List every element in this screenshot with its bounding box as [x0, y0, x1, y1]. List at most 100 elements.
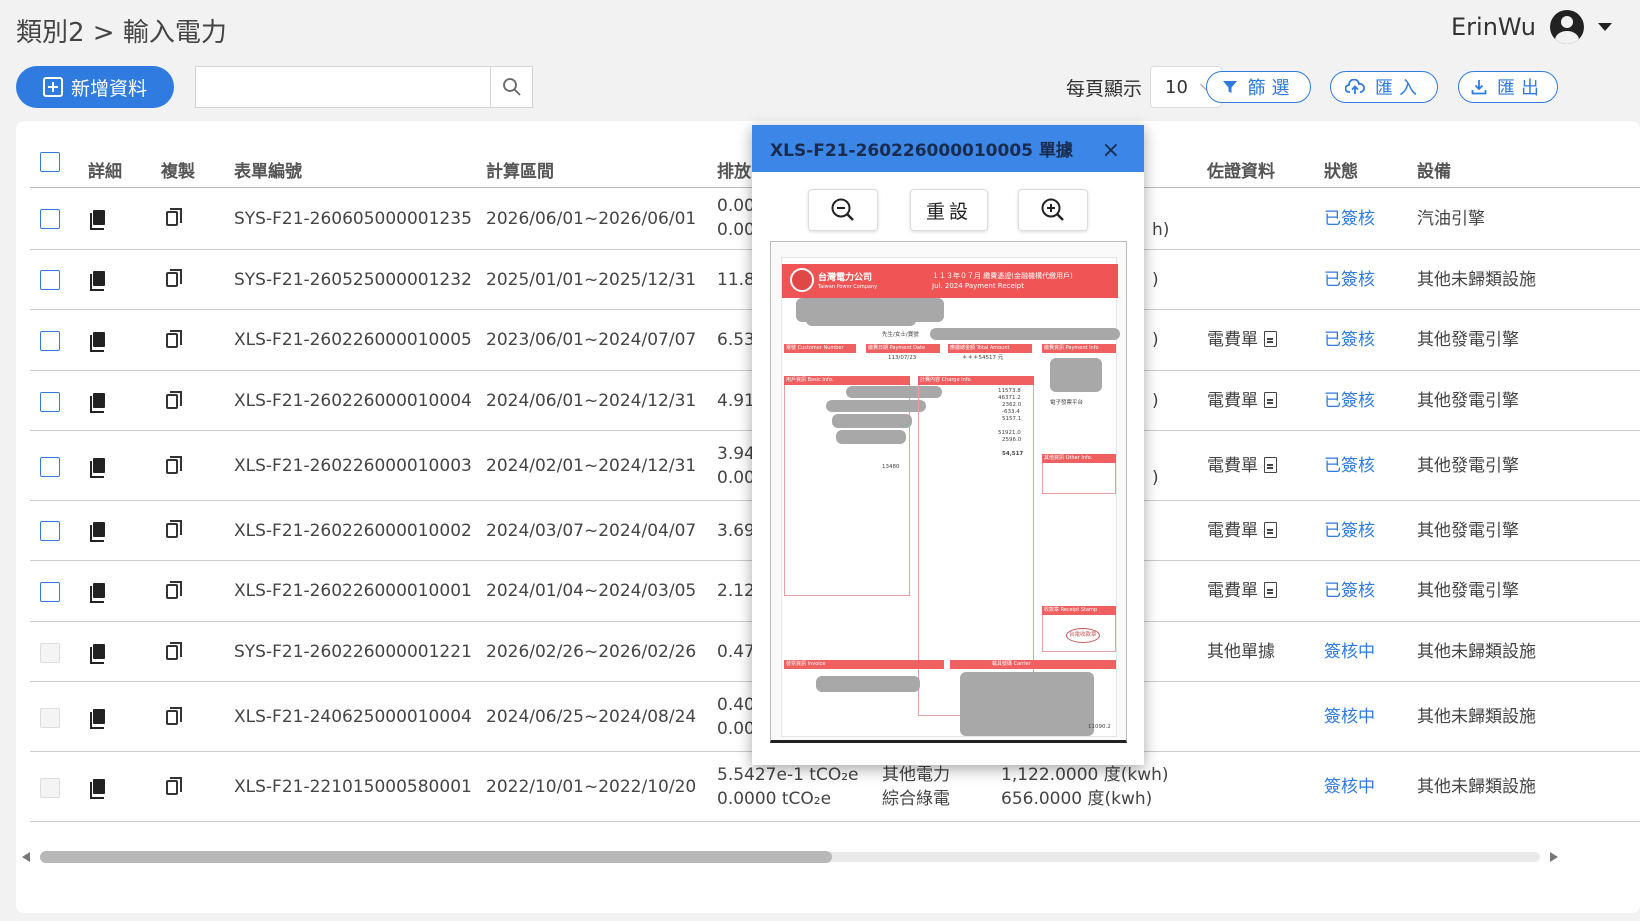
copy-icon[interactable]	[166, 269, 182, 287]
detail-icon[interactable]	[90, 522, 105, 542]
status-link[interactable]: 已簽核	[1324, 519, 1375, 543]
evidence-label: 電費單	[1207, 521, 1258, 541]
row-checkbox	[40, 708, 60, 728]
zoom-out-button[interactable]	[808, 189, 878, 231]
detail-icon[interactable]	[90, 458, 105, 478]
status-link[interactable]: 簽核中	[1324, 775, 1375, 799]
evidence-link[interactable]: 電費單	[1207, 579, 1277, 603]
evidence-link[interactable]: 電費單	[1207, 519, 1277, 543]
evidence-link[interactable]: 電費單	[1207, 328, 1277, 352]
emission-value: 3.69	[717, 521, 755, 541]
evidence-label: 電費單	[1207, 391, 1258, 411]
period: 2025/01/01~2025/12/31	[486, 270, 697, 290]
row-checkbox[interactable]	[40, 392, 60, 412]
pay-date: 113/07/23	[888, 355, 917, 361]
scroll-left-arrow-icon[interactable]	[22, 852, 30, 862]
col-detail: 詳細	[88, 162, 122, 182]
emission-value: 3.94	[717, 444, 755, 464]
period: 2024/06/01~2024/12/31	[486, 391, 697, 411]
receipt-footer-no: 11090.2	[1088, 724, 1111, 730]
equipment: 其他未歸類設施	[1417, 642, 1536, 662]
detail-icon[interactable]	[90, 779, 105, 799]
filter-button[interactable]: 篩選	[1206, 71, 1311, 103]
document-viewer[interactable]: 台灣電力公司 Taiwan Power Company １１３年０７月 繳費憑證…	[770, 241, 1127, 743]
status-link[interactable]: 簽核中	[1324, 705, 1375, 729]
carrier-label: 載具號碼 Carrier	[992, 661, 1031, 667]
copy-icon[interactable]	[166, 777, 182, 795]
status-link[interactable]: 已簽核	[1324, 579, 1375, 603]
filter-label: 篩選	[1247, 78, 1296, 99]
reset-button[interactable]: 重設	[910, 189, 988, 231]
row-checkbox[interactable]	[40, 331, 60, 351]
export-button[interactable]: 匯出	[1458, 71, 1558, 103]
search-button[interactable]	[490, 67, 532, 107]
row-checkbox[interactable]	[40, 209, 60, 229]
charge-value: -633.4	[1002, 409, 1020, 415]
detail-icon[interactable]	[90, 644, 105, 664]
caret-down-icon[interactable]	[1598, 23, 1612, 31]
evidence-label: 電費單	[1207, 330, 1258, 350]
copy-icon[interactable]	[166, 456, 182, 474]
amount-fragment: )	[1152, 391, 1159, 411]
emission-value: 4.91	[717, 391, 755, 411]
status-link[interactable]: 已簽核	[1324, 328, 1375, 352]
filter-icon	[1222, 81, 1237, 93]
row-checkbox[interactable]	[40, 270, 60, 290]
amount-fragment: )	[1152, 330, 1159, 350]
charge-value: 2362.0	[1002, 402, 1022, 408]
form-no: XLS-F21-260226000010003	[234, 456, 472, 476]
detail-icon[interactable]	[90, 271, 105, 291]
scroll-thumb[interactable]	[40, 851, 832, 863]
add-record-button[interactable]: 新增資料	[16, 66, 174, 108]
file-icon	[1264, 331, 1277, 347]
copy-icon[interactable]	[166, 208, 182, 226]
status-link[interactable]: 已簽核	[1324, 454, 1375, 478]
status-link[interactable]: 已簽核	[1324, 207, 1375, 231]
detail-icon[interactable]	[90, 210, 105, 230]
charge-info-label: 計費內容 Charge Info.	[920, 377, 973, 383]
copy-icon[interactable]	[166, 707, 182, 725]
search-input[interactable]	[196, 67, 490, 107]
copy-icon[interactable]	[166, 391, 182, 409]
equipment: 其他未歸類設施	[1417, 777, 1536, 797]
evidence-label: 電費單	[1207, 456, 1258, 476]
detail-icon[interactable]	[90, 583, 105, 603]
charge-value: 51921.0	[998, 430, 1021, 436]
zoom-in-button[interactable]	[1018, 189, 1088, 231]
copy-icon[interactable]	[166, 581, 182, 599]
status-link[interactable]: 簽核中	[1324, 640, 1375, 664]
select-all-checkbox[interactable]	[40, 152, 60, 172]
row-checkbox	[40, 643, 60, 663]
receipt-image: 台灣電力公司 Taiwan Power Company １１３年０７月 繳費憑證…	[781, 257, 1120, 737]
row-checkbox[interactable]	[40, 457, 60, 477]
scroll-right-arrow-icon[interactable]	[1550, 852, 1558, 862]
evidence-link[interactable]: 電費單	[1207, 454, 1277, 478]
user-menu[interactable]: ErinWu	[1451, 10, 1612, 44]
row-checkbox[interactable]	[40, 521, 60, 541]
row-checkbox[interactable]	[40, 582, 60, 602]
detail-icon[interactable]	[90, 709, 105, 729]
receipt-title-zh: １１３年０７月 繳費憑證(金融機構代繳用戶)	[932, 272, 1073, 280]
emission-value: 0.40	[717, 695, 755, 715]
receipt-salutation: 先生/女士/寶號	[882, 332, 919, 338]
evidence-link[interactable]: 電費單	[1207, 389, 1277, 413]
other-info-label: 其他資訊 Other Info.	[1044, 455, 1093, 461]
emission-value: 0.0000 tCO₂e	[717, 789, 832, 809]
import-button[interactable]: 匯入	[1330, 71, 1438, 103]
copy-icon[interactable]	[166, 330, 182, 348]
equipment: 其他未歸類設施	[1417, 707, 1536, 727]
file-icon	[1264, 522, 1277, 538]
user-avatar-icon[interactable]	[1550, 10, 1584, 44]
status-link[interactable]: 已簽核	[1324, 268, 1375, 292]
close-icon[interactable]: ×	[1102, 138, 1120, 163]
status-link[interactable]: 已簽核	[1324, 389, 1375, 413]
equipment: 其他發電引擎	[1417, 330, 1519, 350]
horizontal-scrollbar[interactable]	[20, 848, 1560, 864]
form-no: XLS-F21-260226000010001	[234, 581, 472, 601]
copy-icon[interactable]	[166, 520, 182, 538]
add-box-icon	[42, 77, 63, 97]
col-period: 計算區間	[486, 162, 554, 182]
copy-icon[interactable]	[166, 642, 182, 660]
detail-icon[interactable]	[90, 393, 105, 413]
detail-icon[interactable]	[90, 332, 105, 352]
